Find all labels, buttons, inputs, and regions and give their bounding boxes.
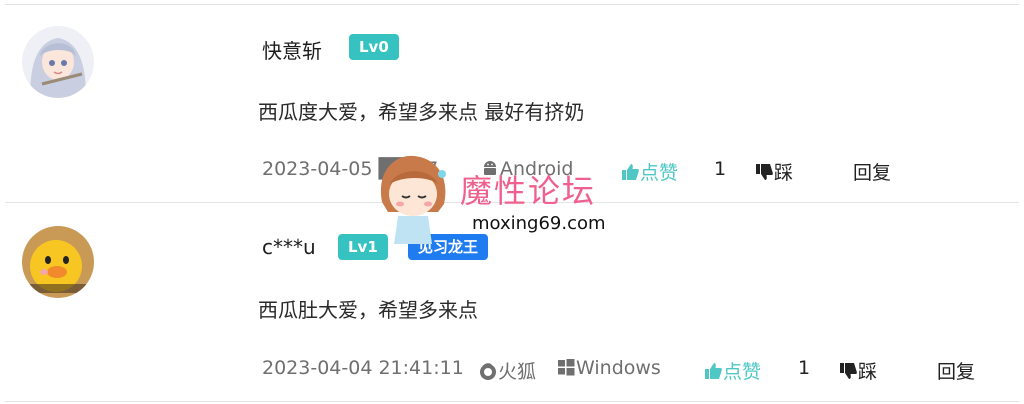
dislike-label: 踩 — [858, 361, 878, 383]
like-label: 点赞 — [640, 162, 679, 184]
bottom-divider — [5, 401, 1019, 402]
firefox-icon — [478, 361, 498, 386]
watermark-url: moxing69.com — [472, 213, 606, 234]
like-count: 1 — [714, 158, 727, 180]
level-badge: Lv0 — [349, 34, 399, 60]
reply-button[interactable]: 回复 — [853, 158, 891, 185]
dislike-button[interactable]: 踩 — [838, 357, 877, 386]
like-button[interactable]: 点赞 — [703, 357, 761, 386]
username[interactable]: c***u — [262, 235, 316, 259]
platform-info: Windows — [556, 357, 661, 382]
like-count: 1 — [798, 357, 811, 379]
comment-text: 西瓜肚大爱，希望多来点 — [258, 298, 478, 322]
dislike-button[interactable]: 踩 — [754, 158, 793, 187]
thumbs-up-icon — [703, 361, 723, 386]
thumbs-down-icon — [754, 162, 774, 187]
anime-girl-avatar-icon — [22, 26, 94, 98]
user-avatar[interactable] — [22, 226, 94, 298]
comment-datetime: 2023-04-04 21:41:11 — [262, 357, 464, 379]
yellow-duck-avatar-icon — [22, 226, 94, 298]
site-watermark: 魔性论坛 moxing69.com — [368, 150, 638, 246]
browser-info: 火狐 — [478, 357, 536, 386]
watermark-text: 魔性论坛 — [460, 172, 597, 210]
comment-text: 西瓜度大爱，希望多来点 最好有挤奶 — [258, 100, 585, 124]
user-avatar[interactable] — [22, 26, 94, 98]
thumbs-down-icon — [838, 361, 858, 386]
platform-label: Windows — [576, 357, 661, 379]
like-label: 点赞 — [723, 361, 762, 383]
dislike-label: 踩 — [774, 162, 794, 184]
username[interactable]: 快意斩 — [262, 35, 322, 64]
reply-button[interactable]: 回复 — [937, 357, 975, 384]
windows-icon — [556, 357, 576, 382]
browser-label: 火狐 — [498, 361, 537, 383]
mascot-girl-icon — [380, 155, 446, 244]
